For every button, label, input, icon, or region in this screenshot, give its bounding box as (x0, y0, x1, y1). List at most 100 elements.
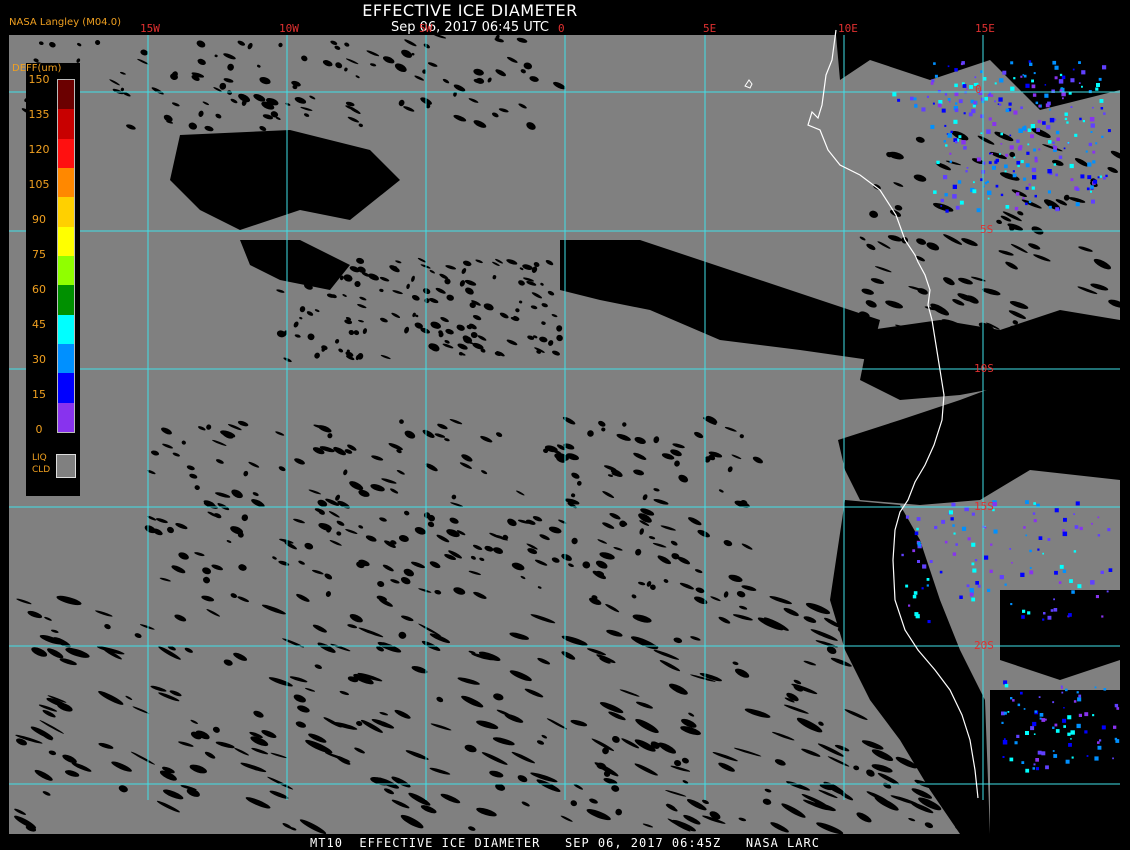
ice-pixel (1055, 173, 1058, 177)
ice-pixel (1052, 141, 1055, 144)
ice-pixel (1047, 169, 1052, 174)
ice-pixel (1034, 159, 1038, 163)
ice-pixel (933, 62, 936, 65)
ice-pixel (969, 592, 974, 597)
ice-pixel (984, 181, 988, 185)
ice-pixel (1088, 142, 1092, 147)
ice-pixel (999, 575, 1004, 580)
ice-pixel (1028, 60, 1032, 63)
ice-pixel (974, 559, 978, 562)
ice-pixel (1065, 759, 1070, 764)
ice-pixel (913, 591, 918, 595)
ice-pixel (1097, 741, 1100, 744)
ice-pixel (941, 108, 946, 113)
ice-pixel (1078, 694, 1082, 698)
ice-pixel (952, 194, 957, 199)
ice-pixel (1010, 86, 1015, 91)
ice-pixel (1099, 739, 1102, 742)
ice-pixel (987, 190, 992, 195)
ice-pixel (971, 512, 975, 516)
ice-pixel (932, 102, 935, 105)
ice-pixel (1049, 108, 1051, 111)
ice-pixel (959, 200, 964, 205)
ice-pixel (1027, 143, 1030, 146)
ice-pixel (1038, 536, 1043, 540)
ice-pixel (1028, 183, 1031, 186)
ice-pixel (1004, 164, 1008, 169)
ice-pixel (1063, 707, 1065, 709)
ice-pixel (1022, 197, 1025, 200)
legend-swatch (58, 285, 74, 315)
ice-pixel (1025, 768, 1030, 773)
ice-pixel (994, 82, 997, 85)
color-scale (57, 79, 75, 433)
ice-pixel (1052, 726, 1055, 729)
ice-pixel (1009, 548, 1012, 550)
ice-pixel (1031, 167, 1037, 173)
ice-pixel (1000, 132, 1003, 136)
color-legend: DEFF(um) 150 135 120 105 90 75 60 45 30 … (12, 63, 80, 496)
ice-pixel (1029, 62, 1033, 66)
ice-pixel (943, 175, 948, 180)
ice-pixel (1084, 730, 1088, 734)
ice-pixel (1010, 61, 1014, 65)
ice-pixel (1020, 691, 1023, 695)
ice-pixel (984, 96, 988, 101)
legend-swatch (58, 197, 74, 227)
ice-pixel (952, 524, 955, 527)
ice-pixel (1044, 84, 1047, 86)
ice-pixel (912, 549, 916, 553)
lat-label-10s: 10S (974, 362, 994, 375)
ice-pixel (988, 117, 992, 121)
ice-pixel (1102, 65, 1107, 70)
ice-pixel (974, 76, 977, 79)
ice-pixel (1070, 730, 1075, 735)
ice-pixel (1055, 729, 1060, 733)
ice-pixel (1010, 697, 1013, 700)
ice-pixel (1029, 549, 1032, 553)
map-timestamp: Sep 06, 2017 06:45 UTC (390, 20, 550, 35)
ice-pixel (1017, 703, 1021, 707)
ice-pixel (1003, 680, 1008, 685)
ice-pixel (971, 562, 975, 566)
ice-pixel (997, 103, 1000, 105)
ice-pixel (939, 570, 943, 574)
ice-pixel (1073, 700, 1077, 703)
ice-pixel (1009, 757, 1014, 762)
ice-pixel (961, 526, 967, 531)
legend-swatch (58, 402, 74, 432)
ice-pixel (1113, 725, 1117, 729)
ice-pixel (1025, 163, 1030, 168)
ice-pixel (1091, 522, 1093, 525)
ice-pixel (1076, 187, 1080, 191)
ice-pixel (1089, 117, 1095, 122)
ice-pixel (938, 100, 943, 105)
ice-pixel (1075, 501, 1080, 506)
ice-pixel (1061, 91, 1066, 97)
ice-pixel (914, 104, 918, 108)
ice-pixel (1101, 135, 1104, 138)
ice-pixel (954, 83, 958, 88)
ice-pixel (1053, 598, 1055, 601)
ice-pixel (976, 157, 981, 162)
ice-pixel (1068, 613, 1072, 617)
ice-pixel (1098, 77, 1102, 81)
ice-pixel (948, 510, 953, 515)
ice-pixel (910, 96, 914, 101)
ice-pixel (1048, 205, 1052, 209)
ice-pixel (1019, 145, 1023, 149)
ice-pixel (912, 594, 917, 599)
ice-pixel (905, 515, 910, 519)
ice-pixel (972, 568, 977, 573)
ice-pixel (1020, 572, 1025, 577)
ice-pixel (1081, 70, 1086, 75)
ice-pixel (1065, 688, 1068, 692)
ice-pixel (1061, 691, 1064, 694)
ice-pixel (1032, 93, 1037, 97)
ice-pixel (1077, 584, 1082, 589)
ice-pixel (1016, 160, 1021, 165)
ice-pixel (1021, 615, 1025, 619)
ice-pixel (1116, 707, 1120, 710)
ice-pixel (1025, 129, 1027, 132)
ice-pixel (1030, 124, 1035, 129)
